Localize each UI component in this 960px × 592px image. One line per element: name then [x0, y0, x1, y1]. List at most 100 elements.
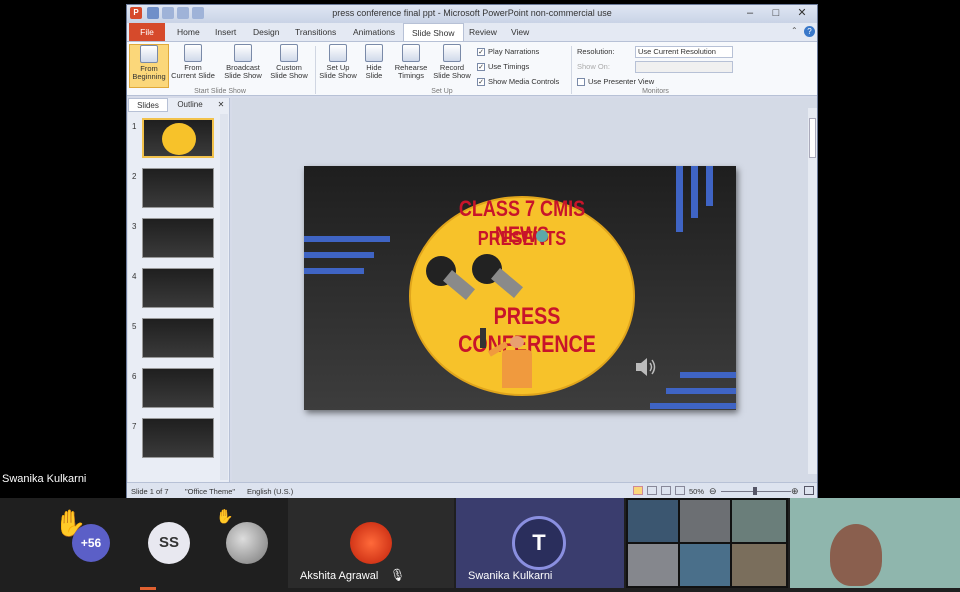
mic-muted-icon: 🎙	[390, 568, 406, 582]
slide-decor-bar	[706, 166, 713, 206]
slide-thumbnail[interactable]	[142, 368, 214, 408]
reading-view-icon[interactable]	[661, 486, 671, 495]
slide-number: 5	[132, 322, 137, 331]
from-current-slide-button[interactable]: From Current Slide	[171, 44, 215, 88]
slideshow-current-icon	[184, 44, 202, 62]
video-grid[interactable]	[626, 498, 788, 588]
video-tile[interactable]	[732, 500, 786, 542]
ribbon: From Beginning From Current Slide Broadc…	[127, 41, 817, 96]
meeting-screen: P press conference final ppt - Microsoft…	[0, 0, 960, 592]
set-up-slide-show-button[interactable]: Set Up Slide Show	[319, 44, 357, 88]
tab-animations[interactable]: Animations	[345, 23, 403, 41]
tab-outline[interactable]: Outline	[170, 98, 210, 112]
resolution-dropdown[interactable]: Use Current Resolution	[635, 46, 733, 58]
slide-thumbnail[interactable]	[142, 118, 214, 158]
fit-to-window-icon[interactable]	[804, 486, 814, 495]
slide-sorter-icon[interactable]	[647, 486, 657, 495]
setup-icon	[329, 44, 347, 62]
from-beginning-label: From Beginning	[132, 64, 166, 81]
checkbox-checked-icon: ✓	[477, 63, 485, 72]
video-tile[interactable]	[790, 498, 960, 588]
slide-thumbnail[interactable]	[142, 168, 214, 208]
presenter-name-overlay: Swanika Kulkarni	[2, 473, 87, 485]
close-pane-button[interactable]: ✕	[214, 98, 228, 112]
theme-name: "Office Theme"	[185, 487, 236, 496]
avatar-photo[interactable]	[226, 522, 268, 564]
record-label: Record Slide Show	[433, 63, 471, 80]
pane-scrollbar[interactable]	[220, 114, 228, 480]
editor-scrollbar[interactable]	[808, 108, 817, 474]
tab-insert[interactable]: Insert	[207, 23, 244, 41]
tab-design[interactable]: Design	[245, 23, 287, 41]
group-monitors: Monitors	[642, 88, 669, 95]
tab-slides[interactable]: Slides	[128, 98, 168, 112]
ribbon-tabs: File Home Insert Design Transitions Anim…	[127, 23, 817, 41]
slideshow-view-icon[interactable]	[675, 486, 685, 495]
group-set-up: Set Up	[431, 88, 453, 95]
tab-transitions[interactable]: Transitions	[287, 23, 344, 41]
record-slide-show-button[interactable]: Record Slide Show	[431, 44, 473, 88]
tab-file[interactable]: File	[129, 23, 165, 41]
slide-thumbnail[interactable]	[142, 268, 214, 308]
show-media-controls-checkbox[interactable]: ✓ Show Media Controls	[477, 76, 559, 88]
from-beginning-button[interactable]: From Beginning	[129, 44, 169, 88]
use-presenter-view-checkbox[interactable]: Use Presenter View	[577, 76, 654, 88]
scroll-thumb[interactable]	[809, 118, 816, 158]
rehearse-timings-button[interactable]: Rehearse Timings	[393, 44, 429, 88]
show-on-dropdown[interactable]	[635, 61, 733, 73]
tab-view[interactable]: View	[503, 23, 537, 41]
video-tile[interactable]	[628, 544, 678, 586]
custom-show-label: Custom Slide Show	[270, 63, 308, 80]
slide-number: 1	[132, 122, 137, 131]
participant-name: Swanika Kulkarni	[468, 570, 553, 582]
speaker-icon[interactable]	[634, 356, 658, 378]
window-title: press conference final ppt - Microsoft P…	[332, 8, 612, 18]
tab-slide-show[interactable]: Slide Show	[403, 23, 464, 41]
participant-tile[interactable]: T Swanika Kulkarni	[456, 498, 624, 588]
participant-tile[interactable]: Akshita Agrawal 🎙	[288, 498, 454, 588]
avatar-initials[interactable]: SS	[148, 522, 190, 564]
slide-number: 6	[132, 372, 137, 381]
ribbon-collapse-icon[interactable]: ⌃	[791, 26, 801, 37]
slide-decor-bar	[691, 166, 698, 218]
presenter-view-label: Use Presenter View	[588, 77, 655, 86]
broadcast-slide-show-button[interactable]: Broadcast Slide Show	[221, 44, 265, 88]
tab-home[interactable]: Home	[169, 23, 208, 41]
help-icon[interactable]: ?	[804, 26, 815, 37]
zoom-in-icon[interactable]: ⊕	[791, 486, 799, 497]
hide-slide-button[interactable]: Hide Slide	[359, 44, 389, 88]
slideshow-start-icon	[140, 45, 158, 63]
raised-count-badge[interactable]: +56	[72, 524, 110, 562]
video-tile[interactable]	[680, 500, 730, 542]
minimize-button[interactable]: –	[737, 6, 763, 21]
avatar-photo	[350, 522, 392, 564]
video-tile[interactable]	[680, 544, 730, 586]
use-timings-checkbox[interactable]: ✓ Use Timings	[477, 61, 529, 73]
slide-thumbnail[interactable]	[142, 418, 214, 458]
slide-thumbnail[interactable]	[142, 218, 214, 258]
slide-thumbnail[interactable]	[142, 318, 214, 358]
show-on-label: Show On:	[577, 62, 610, 71]
powerpoint-window: P press conference final ppt - Microsoft…	[126, 4, 818, 498]
play-narrations-checkbox[interactable]: ✓ Play Narrations	[477, 46, 539, 58]
maximize-button[interactable]: □	[763, 6, 789, 21]
camera-lens-icon	[536, 230, 548, 242]
slide-number: 4	[132, 272, 137, 281]
zoom-out-icon[interactable]: ⊖	[709, 486, 717, 497]
video-tile[interactable]	[628, 500, 678, 542]
slides-pane: Slides Outline ✕ 1 2 3 4 5 6 7	[128, 98, 230, 482]
current-slide[interactable]: CLASS 7 CMIS NEWS PRESENTS PRESS CONFERE…	[304, 166, 736, 410]
group-separator	[571, 46, 572, 94]
normal-view-icon[interactable]	[633, 486, 643, 495]
play-narrations-label: Play Narrations	[488, 47, 540, 56]
slide-editor: CLASS 7 CMIS NEWS PRESENTS PRESS CONFERE…	[232, 98, 817, 482]
checkbox-checked-icon: ✓	[477, 48, 485, 57]
custom-slide-show-button[interactable]: Custom Slide Show	[267, 44, 311, 88]
slide-title-line2: PRESENTS	[477, 228, 567, 250]
zoom-slider-handle[interactable]	[753, 487, 757, 495]
zoom-level[interactable]: 50%	[689, 487, 704, 496]
rehearse-icon	[402, 44, 420, 62]
video-tile[interactable]	[732, 544, 786, 586]
tab-review[interactable]: Review	[461, 23, 505, 41]
close-button[interactable]: ✕	[789, 6, 815, 21]
